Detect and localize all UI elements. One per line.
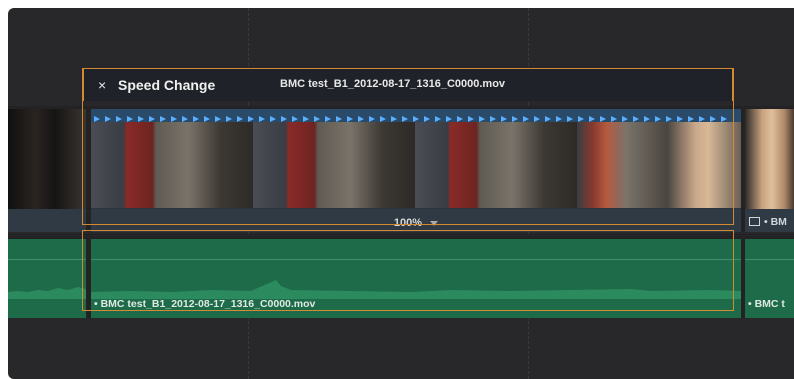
audio-clip-previous[interactable]: [8, 239, 86, 318]
speed-percentage[interactable]: 100%: [91, 217, 741, 229]
audio-clip-name: • BMC t: [748, 298, 785, 310]
speed-value: 100%: [393, 217, 423, 229]
video-frame: [253, 122, 415, 208]
timeline[interactable]: 100% • BM • BMC test_B1_2012-08-17_1316_…: [8, 8, 794, 379]
video-frame: [415, 122, 577, 208]
audio-clip-name: • BMC test_B1_2012-08-17_1316_C0000.mov: [94, 298, 316, 310]
speed-change-clip-name: BMC test_B1_2012-08-17_1316_C0000.mov: [280, 78, 506, 90]
track-divider: [8, 234, 794, 235]
video-clip-next[interactable]: • BM: [745, 109, 794, 232]
clip-name: • BM: [749, 216, 787, 228]
clip-thumbnails: [91, 122, 741, 208]
close-icon[interactable]: ×: [98, 77, 106, 93]
clip-thumbnail: [8, 109, 86, 209]
audio-waveform: [8, 287, 86, 299]
audio-clip-next[interactable]: • BMC t: [745, 239, 794, 318]
speed-arrow-row: [91, 109, 741, 122]
clip-thumbnail: [745, 109, 794, 209]
audio-level-line: [745, 259, 794, 260]
clip-footer: • BM: [745, 209, 794, 232]
audio-clip-speed[interactable]: • BMC test_B1_2012-08-17_1316_C0000.mov: [91, 239, 741, 318]
speed-change-title: Speed Change: [118, 77, 216, 93]
video-clip-previous[interactable]: [8, 109, 86, 232]
audio-level-line: [91, 259, 741, 260]
video-frame: [91, 122, 253, 208]
clip-footer: [8, 209, 86, 232]
dropdown-caret-icon[interactable]: [430, 220, 439, 226]
video-clip-speed[interactable]: 100%: [91, 109, 741, 232]
video-frame: [577, 122, 741, 208]
audio-waveform: [91, 280, 741, 299]
clapper-icon: [749, 217, 760, 226]
clip-footer: 100%: [91, 209, 741, 232]
audio-level-line: [8, 259, 86, 260]
speed-change-header: × Speed Change BMC test_B1_2012-08-17_13…: [83, 68, 733, 101]
